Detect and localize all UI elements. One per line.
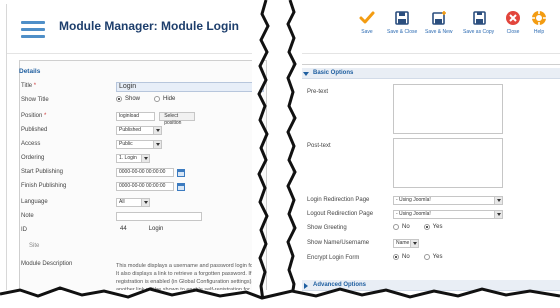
show-title-label: Show Title: [21, 97, 49, 103]
position-input[interactable]: loginload: [116, 112, 156, 121]
access-label: Access: [21, 141, 41, 147]
expanded-arrow-icon: [303, 72, 309, 76]
logout-redirect-select[interactable]: - Using Joomla!: [393, 210, 503, 219]
ordering-select[interactable]: 1. Login: [116, 154, 150, 163]
hide-option-label: Hide: [163, 96, 176, 102]
chevron-down-icon: [494, 197, 502, 204]
torn-edge-right: [286, 0, 302, 308]
access-select[interactable]: Public: [116, 140, 162, 149]
encrypt-yes-radio[interactable]: [423, 254, 430, 260]
show-title-hide-radio[interactable]: [154, 96, 161, 102]
show-title-show-radio[interactable]: [116, 96, 122, 102]
show-name-label: Show Name/Username: [307, 240, 370, 246]
module-manager-icon: [21, 21, 45, 39]
finish-publishing-label: Finish Publishing: [21, 183, 67, 189]
encrypt-label: Encrypt Login Form: [307, 255, 360, 261]
select-position-button[interactable]: Select position: [159, 112, 196, 126]
show-greeting-yes-radio[interactable]: [423, 224, 430, 230]
show-greeting-label: Show Greeting: [307, 225, 347, 231]
help-button[interactable]: Help: [531, 10, 547, 35]
title-label: Title *: [21, 83, 37, 89]
site-label: Site: [29, 243, 40, 249]
id-label: ID: [21, 227, 27, 233]
published-label: Published: [21, 127, 48, 133]
language-label: Language: [21, 199, 48, 205]
chevron-down-icon: [153, 141, 161, 148]
close-button[interactable]: Close: [505, 10, 521, 35]
checkmark-icon: [359, 10, 375, 26]
posttext-label: Post-text: [307, 143, 331, 149]
help-icon: [531, 10, 547, 26]
position-label: Position *: [21, 113, 47, 119]
start-publishing-label: Start Publishing: [21, 169, 64, 175]
no-option-label: No: [402, 224, 410, 230]
basic-options-header[interactable]: Basic Options: [299, 68, 560, 79]
module-description-label: Module Description: [21, 261, 73, 267]
toolbar: Save Save & Close Save & New Save as Cop…: [293, 4, 560, 54]
save-new-button[interactable]: Save & New: [425, 10, 453, 35]
yes-option-label: Yes: [432, 254, 443, 260]
login-redirect-select[interactable]: - Using Joomla!: [393, 196, 503, 205]
posttext-textarea[interactable]: [393, 138, 503, 188]
encrypt-no-radio[interactable]: [393, 254, 399, 260]
save-close-icon: [394, 10, 410, 26]
logout-redirect-label: Logout Redirection Page: [307, 211, 374, 217]
show-option-label: Show: [125, 96, 141, 102]
save-copy-icon: [471, 10, 487, 26]
show-greeting-no-radio[interactable]: [393, 224, 399, 230]
details-legend: Details: [19, 68, 41, 75]
calendar-icon[interactable]: [177, 182, 185, 191]
no-option-label: No: [402, 254, 410, 260]
page-header: Module Manager: Module Login: [7, 4, 268, 54]
finish-publishing-input[interactable]: 0000-00-00 00:00:00: [116, 182, 174, 191]
language-select[interactable]: All: [116, 198, 150, 207]
pretext-textarea[interactable]: [393, 84, 503, 134]
chevron-down-icon: [153, 127, 161, 134]
torn-edge-bottom: [0, 286, 560, 308]
save-close-button[interactable]: Save & Close: [387, 10, 417, 35]
note-input[interactable]: [116, 212, 202, 221]
pretext-label: Pre-text: [307, 89, 329, 95]
chevron-down-icon: [410, 240, 418, 247]
ordering-label: Ordering: [21, 155, 45, 161]
module-type: Login: [148, 226, 164, 232]
module-options-panel: Save Save & Close Save & New Save as Cop…: [292, 4, 560, 292]
show-name-select[interactable]: Name: [393, 239, 419, 248]
start-publishing-input[interactable]: 0000-00-00 00:00:00: [116, 168, 174, 177]
calendar-icon[interactable]: [177, 168, 185, 177]
title-input[interactable]: Login: [116, 82, 264, 92]
chevron-down-icon: [141, 199, 149, 206]
save-new-icon: [431, 10, 447, 26]
page-title: Module Manager: Module Login: [59, 19, 239, 33]
save-button[interactable]: Save: [359, 10, 375, 35]
id-value: 44: [120, 226, 127, 232]
yes-option-label: Yes: [432, 224, 443, 230]
chevron-down-icon: [494, 211, 502, 218]
published-select[interactable]: Published: [116, 126, 162, 135]
login-redirect-label: Login Redirection Page: [307, 197, 370, 203]
module-details-panel: Module Manager: Module Login Details Tit…: [6, 4, 268, 290]
torn-edge-left: [252, 0, 270, 308]
chevron-down-icon: [141, 155, 149, 162]
note-label: Note: [21, 213, 34, 219]
save-copy-button[interactable]: Save as Copy: [463, 10, 494, 35]
close-icon: [505, 10, 521, 26]
